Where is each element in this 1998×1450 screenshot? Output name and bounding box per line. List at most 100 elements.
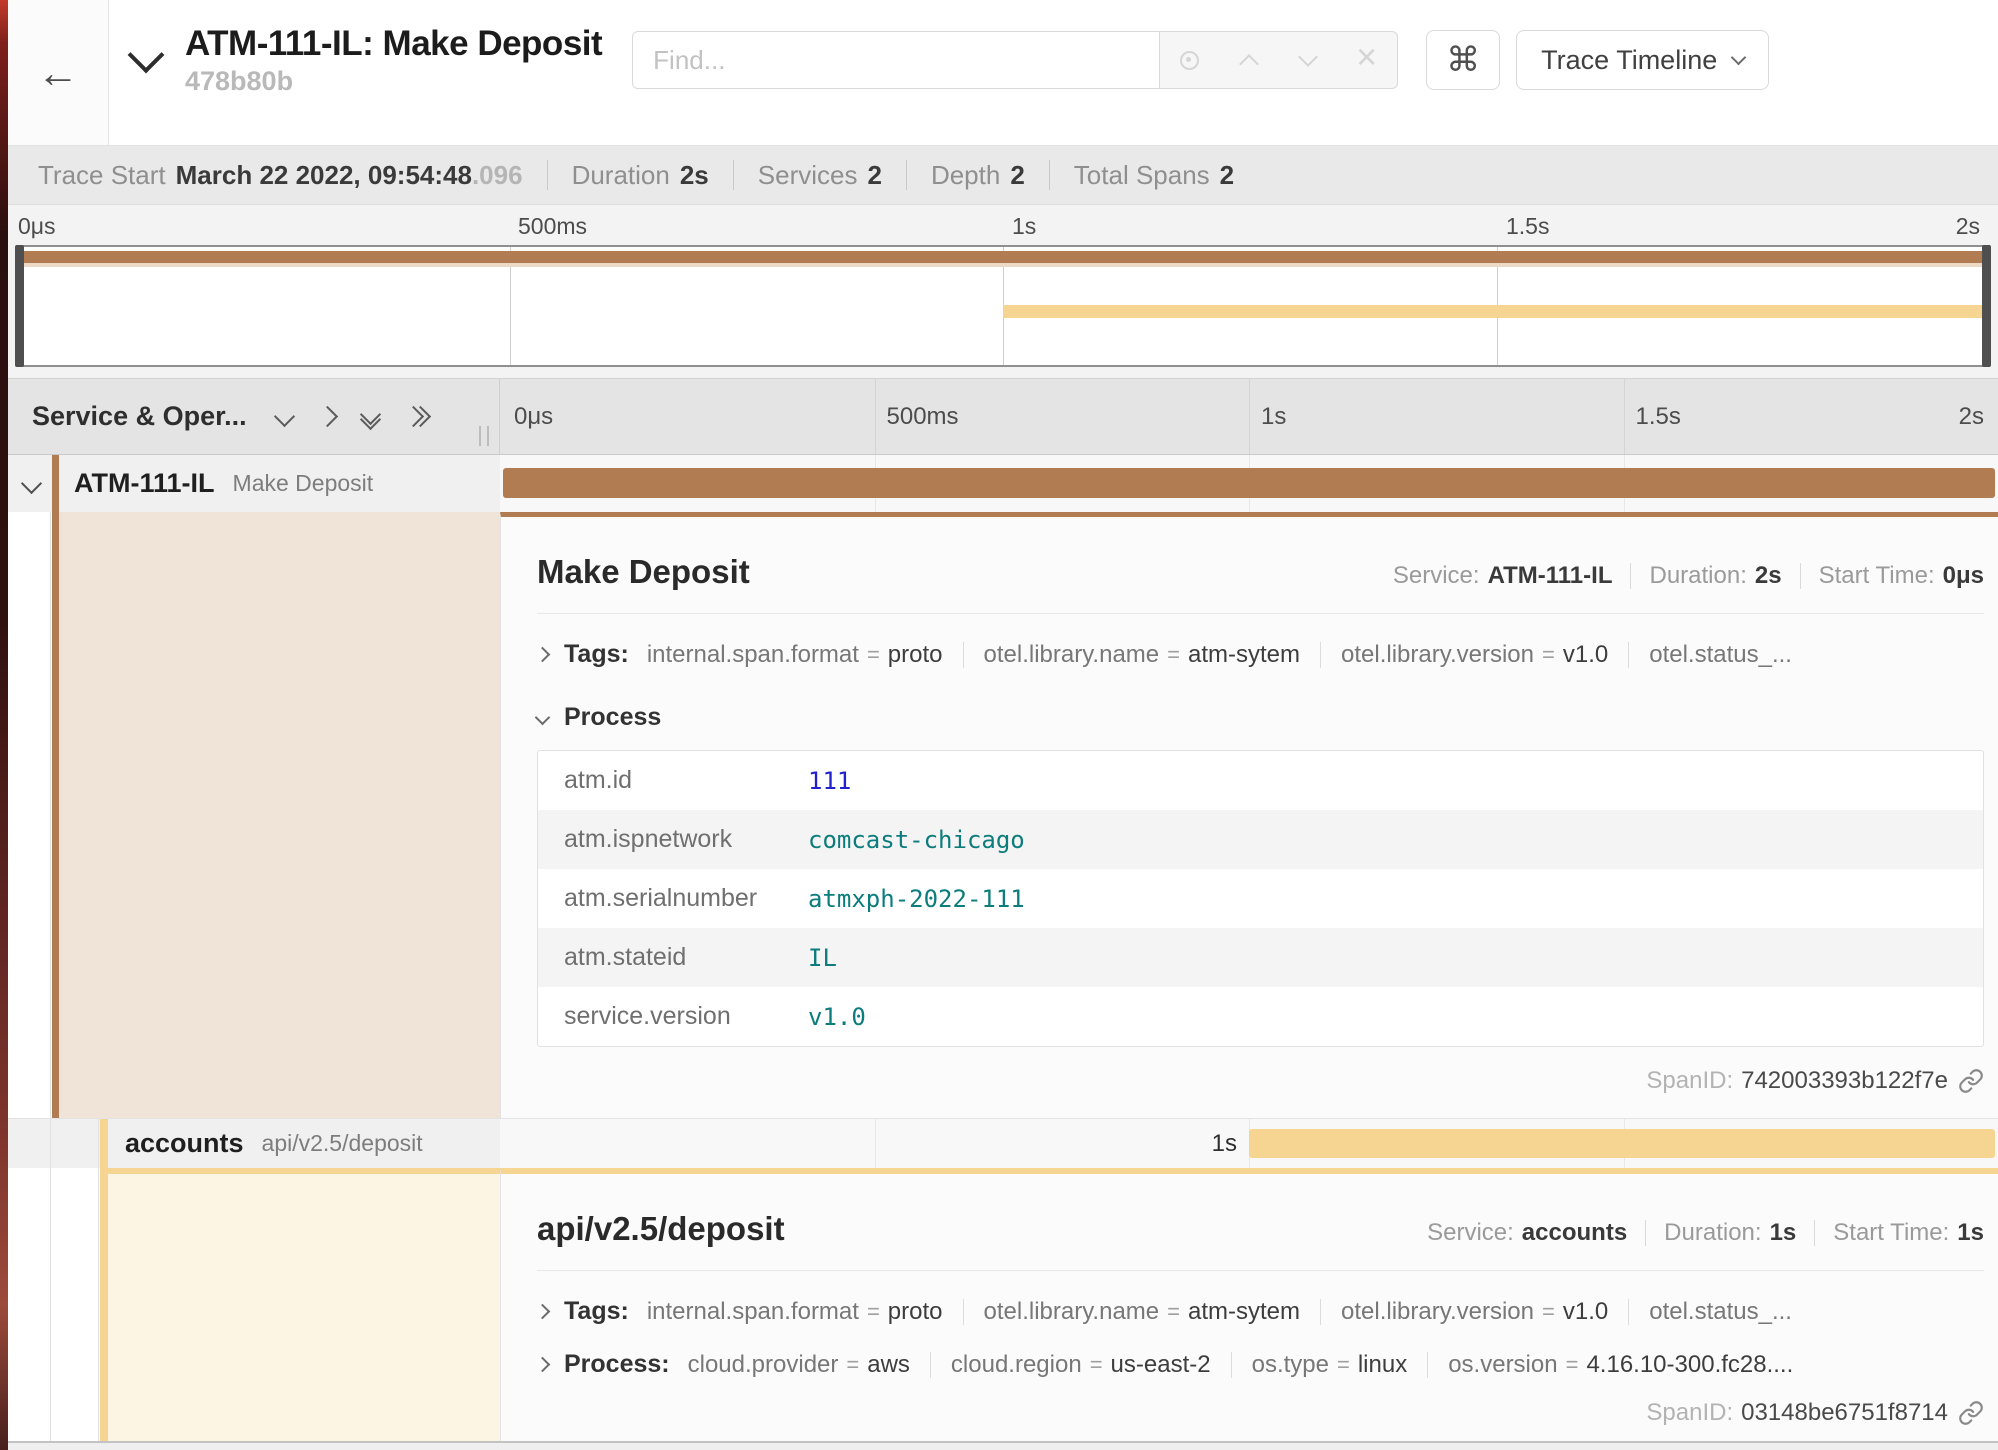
service-operation-column-header[interactable]: Service & Oper... xyxy=(8,379,500,454)
divider xyxy=(930,1352,931,1378)
span-bar-accounts[interactable] xyxy=(1249,1129,1995,1158)
minimap-tick: 500ms xyxy=(518,213,587,240)
service-value: accounts xyxy=(1522,1219,1627,1247)
trace-timeline-page: ← ATM-111-IL: Make Deposit 478b80b × xyxy=(0,0,1998,1450)
find-controls: × xyxy=(1160,31,1398,89)
tag-key: otel.library.version xyxy=(1341,641,1534,669)
divider xyxy=(1049,160,1050,190)
span-id-row: SpanID: 03148be6751f8714 xyxy=(537,1399,1984,1427)
span-row-accounts-timeline-cell[interactable]: 1s xyxy=(500,1119,1998,1168)
prev-match-icon[interactable] xyxy=(1219,32,1278,88)
tag-key: otel.library.name xyxy=(984,1298,1160,1326)
minimap-range-handle-right[interactable] xyxy=(1982,245,1991,367)
process-section-header[interactable]: Process xyxy=(537,703,1984,732)
span-id-label: SpanID: xyxy=(1646,1067,1733,1095)
process-row[interactable]: Process: cloud.provider=aws cloud.region… xyxy=(537,1350,1984,1379)
process-key: os.type xyxy=(1252,1351,1329,1379)
table-row: atm.serialnumber atmxph-2022-111 xyxy=(538,869,1983,928)
gridline xyxy=(1624,379,1625,454)
collapse-all-icon[interactable] xyxy=(406,409,428,424)
view-selector-dropdown[interactable]: Trace Timeline xyxy=(1516,30,1769,90)
depth-value: 2 xyxy=(1010,160,1024,191)
chevron-down-icon xyxy=(1731,50,1747,66)
minimap-canvas[interactable] xyxy=(16,245,1990,367)
tag-value: v1.0 xyxy=(1563,1298,1608,1326)
span-duration-label: 1s xyxy=(1212,1129,1237,1158)
keyboard-shortcuts-button[interactable]: ⌘ xyxy=(1426,30,1500,90)
collapse-children-chevron-icon[interactable] xyxy=(21,473,42,494)
services-label: Services xyxy=(758,160,858,191)
page-title: ATM-111-IL: Make Deposit xyxy=(185,24,602,64)
back-button[interactable]: ← xyxy=(8,0,109,145)
axis-tick: 1.5s xyxy=(1636,403,1681,431)
tags-row[interactable]: Tags: internal.span.format=proto otel.li… xyxy=(537,1297,1984,1326)
expand-all-icon[interactable] xyxy=(363,407,378,427)
sort-chevron-down-icon[interactable] xyxy=(274,406,295,427)
back-arrow-icon: ← xyxy=(37,52,79,94)
service-color-bar xyxy=(52,455,59,512)
span-row-atm-timeline-cell[interactable] xyxy=(500,455,1998,512)
gutter-line xyxy=(98,1168,99,1441)
equals: = xyxy=(1167,1299,1180,1325)
minimap-range-handle-left[interactable] xyxy=(15,245,24,367)
divider xyxy=(537,1270,1984,1271)
trace-header-main: ATM-111-IL: Make Deposit 478b80b × ⌘ Tra… xyxy=(109,0,1998,120)
duration-label: Duration xyxy=(572,160,670,191)
divider xyxy=(963,1299,964,1325)
process-value: linux xyxy=(1358,1351,1407,1379)
span-row-accounts-name-cell[interactable]: accounts api/v2.5/deposit xyxy=(8,1119,500,1168)
chevron-right-icon[interactable] xyxy=(537,1357,550,1373)
chevron-right-icon[interactable] xyxy=(537,647,550,663)
trace-start-value: March 22 2022, 09:54:48 xyxy=(176,160,472,191)
minimap-span-bar-1-sub xyxy=(18,263,1988,267)
span-bar-atm[interactable] xyxy=(503,468,1995,498)
process-key: atm.id xyxy=(538,751,807,810)
link-icon[interactable] xyxy=(1958,1068,1984,1094)
sort-chevron-right-icon[interactable] xyxy=(317,406,338,427)
equals: = xyxy=(867,642,880,668)
tags-row[interactable]: Tags: internal.span.format=proto otel.li… xyxy=(537,640,1984,669)
find-input[interactable] xyxy=(632,31,1160,89)
axis-tick: 500ms xyxy=(887,403,959,431)
span-detail-atm: Make Deposit Service: ATM-111-IL Duratio… xyxy=(8,512,1998,1118)
divider xyxy=(1320,1299,1321,1325)
span-detail-titlebar: api/v2.5/deposit Service: accounts Durat… xyxy=(537,1174,1984,1248)
span-row-atm-name-cell[interactable]: ATM-111-IL Make Deposit xyxy=(8,455,500,512)
span-operation-title: Make Deposit xyxy=(537,553,750,591)
tags-label[interactable]: Tags: xyxy=(564,1297,629,1326)
collapse-trace-chevron-icon[interactable] xyxy=(133,48,159,73)
duration-label: Duration: xyxy=(1664,1219,1761,1247)
minimap-tick: 1.5s xyxy=(1506,213,1549,240)
divider xyxy=(1628,642,1629,668)
duration-value: 1s xyxy=(1770,1219,1797,1247)
process-label[interactable]: Process: xyxy=(564,1350,670,1379)
table-row: service.version v1.0 xyxy=(538,987,1983,1046)
axis-tick: 0μs xyxy=(514,403,553,431)
span-detail-accounts-gutter xyxy=(8,1168,500,1441)
gutter-line xyxy=(50,1168,51,1441)
next-match-icon[interactable] xyxy=(1278,32,1337,88)
match-locate-icon[interactable] xyxy=(1160,32,1219,88)
tag-value: v1.0 xyxy=(1563,641,1608,669)
link-icon[interactable] xyxy=(1958,1400,1984,1426)
column-resize-handle[interactable] xyxy=(479,426,489,446)
span-detail-accounts: api/v2.5/deposit Service: accounts Durat… xyxy=(8,1168,1998,1441)
divider xyxy=(1231,1352,1232,1378)
trace-title-block: ATM-111-IL: Make Deposit 478b80b xyxy=(185,24,602,97)
gutter-line xyxy=(50,512,51,1118)
table-row: atm.id 111 xyxy=(538,751,1983,810)
tag-key-truncated: otel.status_... xyxy=(1649,1298,1792,1326)
start-time-value: 0μs xyxy=(1943,562,1984,590)
process-value: IL xyxy=(807,928,1983,987)
chevron-down-icon[interactable] xyxy=(535,710,551,726)
tags-label[interactable]: Tags: xyxy=(564,640,629,669)
start-time-label: Start Time: xyxy=(1819,562,1935,590)
process-label[interactable]: Process xyxy=(564,703,661,732)
span-id-label: SpanID: xyxy=(1646,1399,1733,1427)
divider xyxy=(1800,563,1801,589)
minimap-tick: 1s xyxy=(1012,213,1036,240)
process-value: comcast-chicago xyxy=(807,810,1983,869)
chevron-right-icon[interactable] xyxy=(537,1304,550,1320)
divider xyxy=(537,613,1984,614)
clear-find-icon[interactable]: × xyxy=(1337,29,1396,91)
